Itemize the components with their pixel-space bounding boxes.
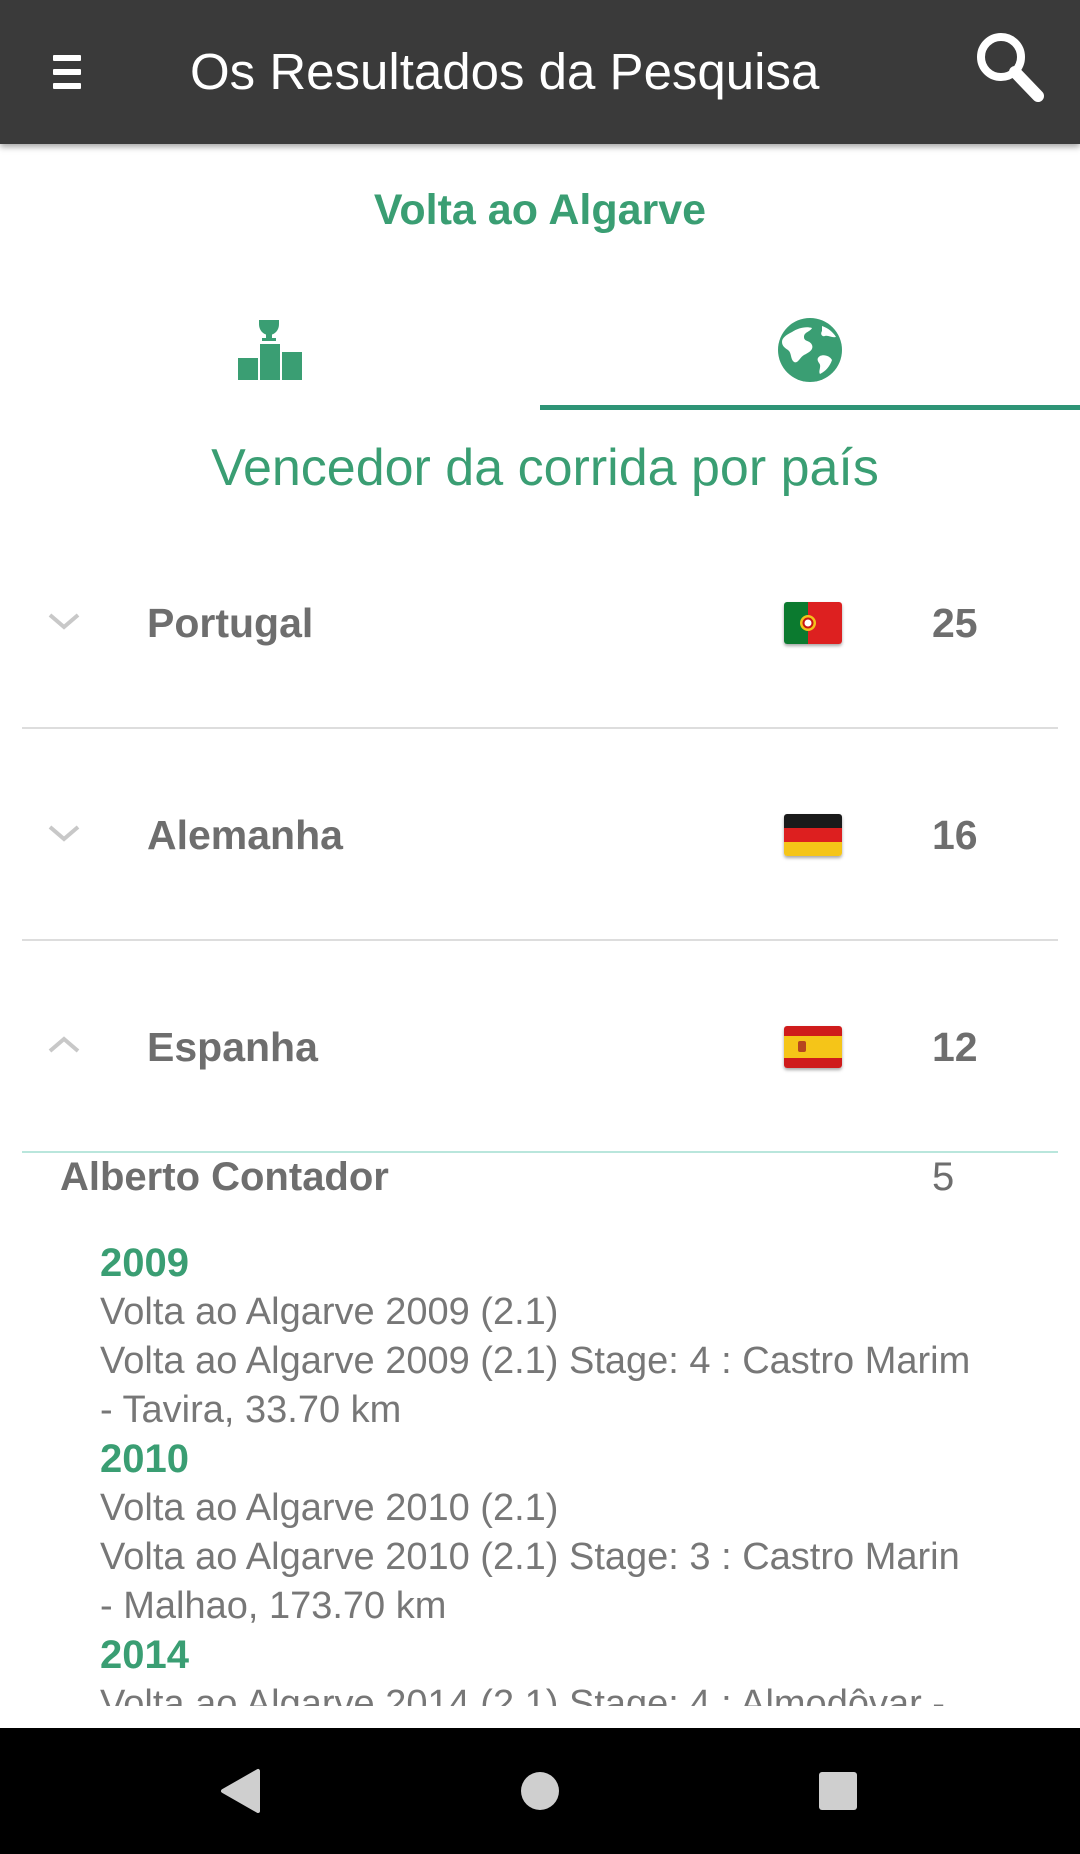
result-line: - Tavira, 33.70 km — [100, 1389, 402, 1431]
search-icon — [977, 33, 1044, 102]
menu-button[interactable] — [40, 42, 92, 102]
country-row-portugal[interactable]: Portugal 25 — [22, 517, 1058, 729]
chevron-down-icon — [48, 825, 80, 842]
chevron-down-icon — [48, 613, 80, 630]
app-bar: Os Resultados da Pesquisa — [0, 0, 1080, 144]
result-line: Volta ao Algarve 2014 (2.1) Stage: 4 : A… — [100, 1683, 945, 1706]
result-year: 2014 — [100, 1633, 189, 1677]
page-title: Os Resultados da Pesquisa — [190, 43, 820, 100]
recent-apps-square-icon — [819, 1772, 857, 1810]
search-button[interactable] — [970, 28, 1070, 118]
back-triangle-icon — [221, 1769, 260, 1813]
nav-recent-button[interactable] — [778, 1728, 898, 1854]
country-count: 16 — [932, 812, 978, 858]
country-name: Alemanha — [147, 812, 343, 858]
home-circle-icon — [521, 1772, 559, 1810]
rider-results-list: 2009 Volta ao Algarve 2009 (2.1) Volta a… — [100, 1239, 1060, 1706]
country-name: Espanha — [147, 1024, 318, 1070]
portugal-flag-icon — [784, 602, 842, 644]
result-line: Volta ao Algarve 2010 (2.1) — [100, 1487, 559, 1529]
globe-icon — [778, 318, 842, 382]
rider-row[interactable]: Alberto Contador 5 — [60, 1155, 960, 1211]
country-count: 12 — [932, 1024, 978, 1070]
section-title: Vencedor da corrida por país — [211, 439, 879, 497]
result-year: 2010 — [100, 1437, 189, 1481]
result-line: Volta ao Algarve 2009 (2.1) — [100, 1291, 559, 1333]
tab-country[interactable] — [540, 290, 1080, 410]
rider-name: Alberto Contador — [60, 1155, 389, 1199]
race-title: Volta ao Algarve — [373, 186, 707, 234]
system-nav-bar — [0, 1728, 1080, 1854]
result-line: Volta ao Algarve 2009 (2.1) Stage: 4 : C… — [100, 1340, 971, 1382]
rider-count: 5 — [932, 1155, 955, 1199]
result-year: 2009 — [100, 1241, 189, 1285]
country-row-germany[interactable]: Alemanha 16 — [22, 729, 1058, 941]
germany-flag-icon — [784, 814, 842, 856]
podium-icon — [238, 320, 302, 380]
result-line: - Malhao, 173.70 km — [100, 1585, 447, 1627]
country-count: 25 — [932, 600, 978, 646]
tab-selected-indicator — [540, 405, 1080, 410]
hamburger-menu-icon — [53, 55, 81, 61]
nav-home-button[interactable] — [480, 1728, 600, 1854]
tab-podium[interactable] — [0, 290, 540, 410]
country-name: Portugal — [147, 600, 314, 646]
nav-back-button[interactable] — [180, 1728, 300, 1854]
spain-flag-icon — [784, 1026, 842, 1068]
result-line: Volta ao Algarve 2010 (2.1) Stage: 3 : C… — [100, 1536, 960, 1578]
country-row-spain[interactable]: Espanha 12 — [22, 941, 1058, 1153]
chevron-up-icon — [48, 1036, 80, 1053]
